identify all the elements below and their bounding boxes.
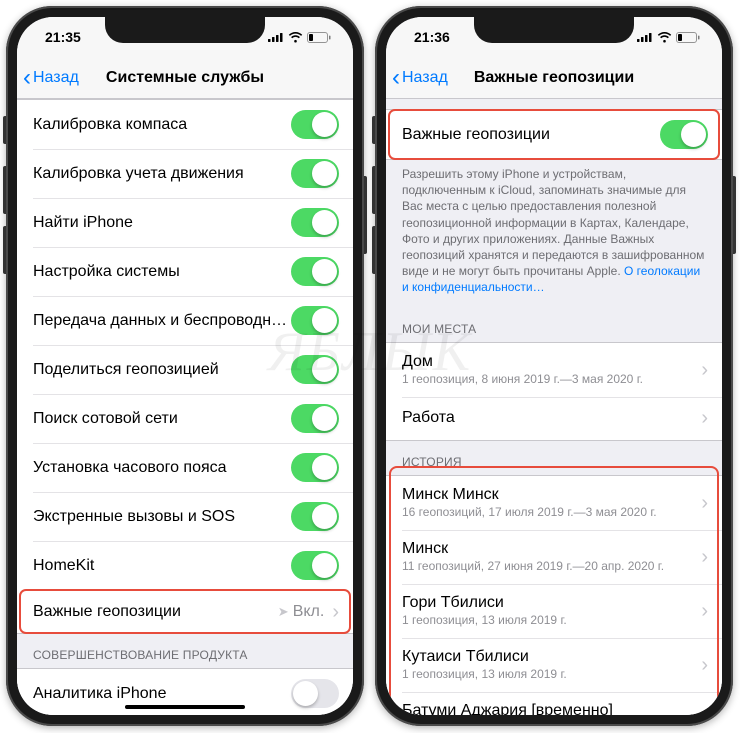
- service-toggle[interactable]: [291, 355, 339, 384]
- service-row: Поиск сотовой сети: [17, 394, 353, 443]
- history-row[interactable]: Кутаиси Тбилиси 1 геопозиция, 13 июля 20…: [386, 638, 722, 692]
- signal-icon: [637, 32, 653, 42]
- service-row: Настройка системы: [17, 247, 353, 296]
- service-row: Калибровка учета движения: [17, 149, 353, 198]
- service-toggle[interactable]: [291, 159, 339, 188]
- history-subtitle: 1 геопозиция, 13 июля 2019 г.: [402, 613, 708, 627]
- chevron-right-icon: ›: [701, 408, 708, 428]
- notch: [105, 17, 265, 43]
- comparison-container: 21:35 ‹ Назад Системные службы Кали: [0, 0, 740, 732]
- history-title: Минск: [402, 540, 708, 558]
- history-title: Гори Тбилиси: [402, 594, 708, 612]
- service-row: HomeKit: [17, 541, 353, 590]
- service-row: Найти iPhone: [17, 198, 353, 247]
- place-row[interactable]: Дом 1 геопозиция, 8 июня 2019 г.—3 мая 2…: [386, 343, 722, 397]
- history-title: Батуми Аджария [временно]: [402, 702, 708, 715]
- place-title: Дом: [402, 353, 708, 371]
- place-title: Работа: [402, 409, 708, 427]
- battery-icon: [307, 32, 331, 43]
- places-group: Дом 1 геопозиция, 8 июня 2019 г.—3 мая 2…: [386, 342, 722, 441]
- content-right: Важные геопозиции Разрешить этому iPhone…: [386, 99, 722, 715]
- nav-bar: ‹ Назад Системные службы: [17, 57, 353, 99]
- history-subtitle: 11 геопозиций, 27 июня 2019 г.—20 апр. 2…: [402, 559, 708, 573]
- service-toggle[interactable]: [291, 110, 339, 139]
- history-row[interactable]: Минск 11 геопозиций, 27 июня 2019 г.—20 …: [386, 530, 722, 584]
- service-row: Поделиться геопозицией: [17, 345, 353, 394]
- significant-toggle-row: Важные геопозиции: [386, 109, 722, 160]
- history-subtitle: 1 геопозиция, 13 июля 2019 г.: [402, 667, 708, 681]
- chevron-right-icon: ›: [701, 547, 708, 567]
- significant-value: Вкл.: [293, 603, 325, 621]
- notch: [474, 17, 634, 43]
- significant-locations-row[interactable]: Важные геопозиции ➤ Вкл. ›: [17, 590, 353, 634]
- service-row: Передача данных и беспроводные…: [17, 296, 353, 345]
- service-label: Установка часового пояса: [33, 459, 291, 477]
- improvement-toggle[interactable]: [291, 679, 339, 708]
- chevron-right-icon: ›: [701, 360, 708, 380]
- service-label: Найти iPhone: [33, 214, 291, 232]
- home-indicator[interactable]: [125, 705, 245, 709]
- service-label: Настройка системы: [33, 263, 291, 281]
- service-toggle[interactable]: [291, 502, 339, 531]
- service-toggle[interactable]: [291, 257, 339, 286]
- history-title: Минск Минск: [402, 486, 708, 504]
- content-left: Калибровка компаса Калибровка учета движ…: [17, 99, 353, 715]
- service-label: Поиск сотовой сети: [33, 410, 291, 428]
- location-icon: ➤: [278, 604, 289, 620]
- wifi-icon: [288, 32, 303, 43]
- section-header-improvement: СОВЕРШЕНСТВОВАНИЕ ПРОДУКТА: [17, 634, 353, 668]
- chevron-right-icon: ›: [701, 709, 708, 716]
- service-label: HomeKit: [33, 557, 291, 575]
- phone-right: 21:36 ‹ Назад Важные геопозиции: [375, 6, 734, 726]
- service-label: Калибровка учета движения: [33, 165, 291, 183]
- history-row[interactable]: Гори Тбилиси 1 геопозиция, 13 июля 2019 …: [386, 584, 722, 638]
- significant-toggle[interactable]: [660, 120, 708, 149]
- section-header-history: ИСТОРИЯ: [386, 441, 722, 475]
- service-label: Поделиться геопозицией: [33, 361, 291, 379]
- service-row: Калибровка компаса: [17, 100, 353, 149]
- history-group: Минск Минск 16 геопозиций, 17 июля 2019 …: [386, 475, 722, 716]
- battery-icon: [676, 32, 700, 43]
- history-title: Кутаиси Тбилиси: [402, 648, 708, 666]
- service-toggle[interactable]: [291, 208, 339, 237]
- service-toggle[interactable]: [291, 306, 339, 335]
- section-header-places: МОИ МЕСТА: [386, 308, 722, 342]
- place-subtitle: 1 геопозиция, 8 июня 2019 г.—3 мая 2020 …: [402, 372, 708, 386]
- history-row[interactable]: Батуми Аджария [временно] 5 геопозиций, …: [386, 692, 722, 716]
- history-subtitle: 16 геопозиций, 17 июля 2019 г.—3 мая 202…: [402, 505, 708, 519]
- service-toggle[interactable]: [291, 453, 339, 482]
- service-toggle[interactable]: [291, 551, 339, 580]
- signal-icon: [268, 32, 284, 42]
- service-label: Передача данных и беспроводные…: [33, 312, 291, 330]
- significant-label: Важные геопозиции: [33, 603, 278, 621]
- phone-left: 21:35 ‹ Назад Системные службы Кали: [6, 6, 365, 726]
- service-row: Установка часового пояса: [17, 443, 353, 492]
- description-note: Разрешить этому iPhone и устройствам, по…: [386, 160, 722, 308]
- place-row[interactable]: Работа ›: [386, 397, 722, 440]
- chevron-right-icon: ›: [701, 601, 708, 621]
- service-row: Экстренные вызовы и SOS: [17, 492, 353, 541]
- nav-bar: ‹ Назад Важные геопозиции: [386, 57, 722, 99]
- chevron-right-icon: ›: [701, 493, 708, 513]
- chevron-right-icon: ›: [701, 655, 708, 675]
- toggle-label: Важные геопозиции: [402, 126, 660, 144]
- wifi-icon: [657, 32, 672, 43]
- page-title: Важные геопозиции: [386, 69, 722, 87]
- services-group: Калибровка компаса Калибровка учета движ…: [17, 99, 353, 591]
- page-title: Системные службы: [17, 69, 353, 87]
- chevron-right-icon: ›: [332, 602, 339, 622]
- service-toggle[interactable]: [291, 404, 339, 433]
- improvement-label: Аналитика iPhone: [33, 685, 291, 703]
- service-label: Экстренные вызовы и SOS: [33, 508, 291, 526]
- service-label: Калибровка компаса: [33, 116, 291, 134]
- history-row[interactable]: Минск Минск 16 геопозиций, 17 июля 2019 …: [386, 476, 722, 530]
